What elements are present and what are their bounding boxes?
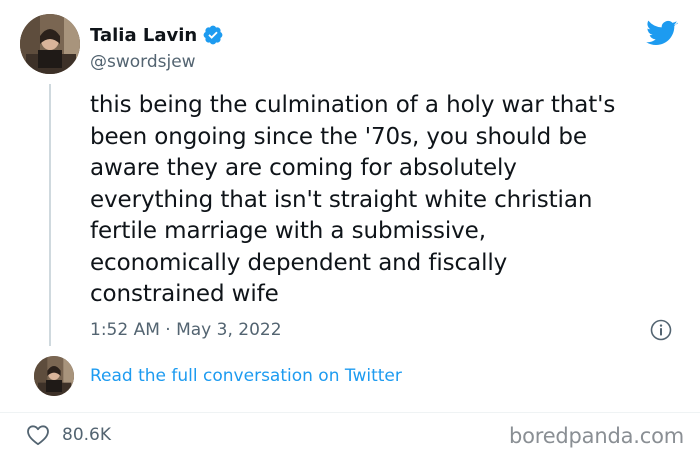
tweet-card: Talia Lavin @swordsjew this being the cu… <box>0 0 700 461</box>
thread-line <box>49 84 51 346</box>
author-avatar[interactable] <box>20 14 80 74</box>
author-handle[interactable]: @swordsjew <box>90 52 196 72</box>
divider <box>0 412 700 413</box>
info-icon[interactable] <box>650 319 672 341</box>
read-conversation-link[interactable]: Read the full conversation on Twitter <box>90 366 402 386</box>
like-button[interactable]: 80.6K <box>26 424 111 446</box>
tweet-text: this being the culmination of a holy war… <box>90 92 616 307</box>
verified-badge-icon <box>202 24 224 46</box>
like-count: 80.6K <box>62 425 111 445</box>
watermark: boredpanda.com <box>508 424 684 448</box>
twitter-bird-icon[interactable] <box>646 20 678 48</box>
author-display-name[interactable]: Talia Lavin <box>90 25 197 46</box>
tweet-timestamp[interactable]: 1:52 AM · May 3, 2022 <box>90 320 282 340</box>
heart-icon[interactable] <box>26 424 50 446</box>
reply-avatar[interactable] <box>34 356 74 396</box>
author-name-row[interactable]: Talia Lavin <box>90 24 224 46</box>
